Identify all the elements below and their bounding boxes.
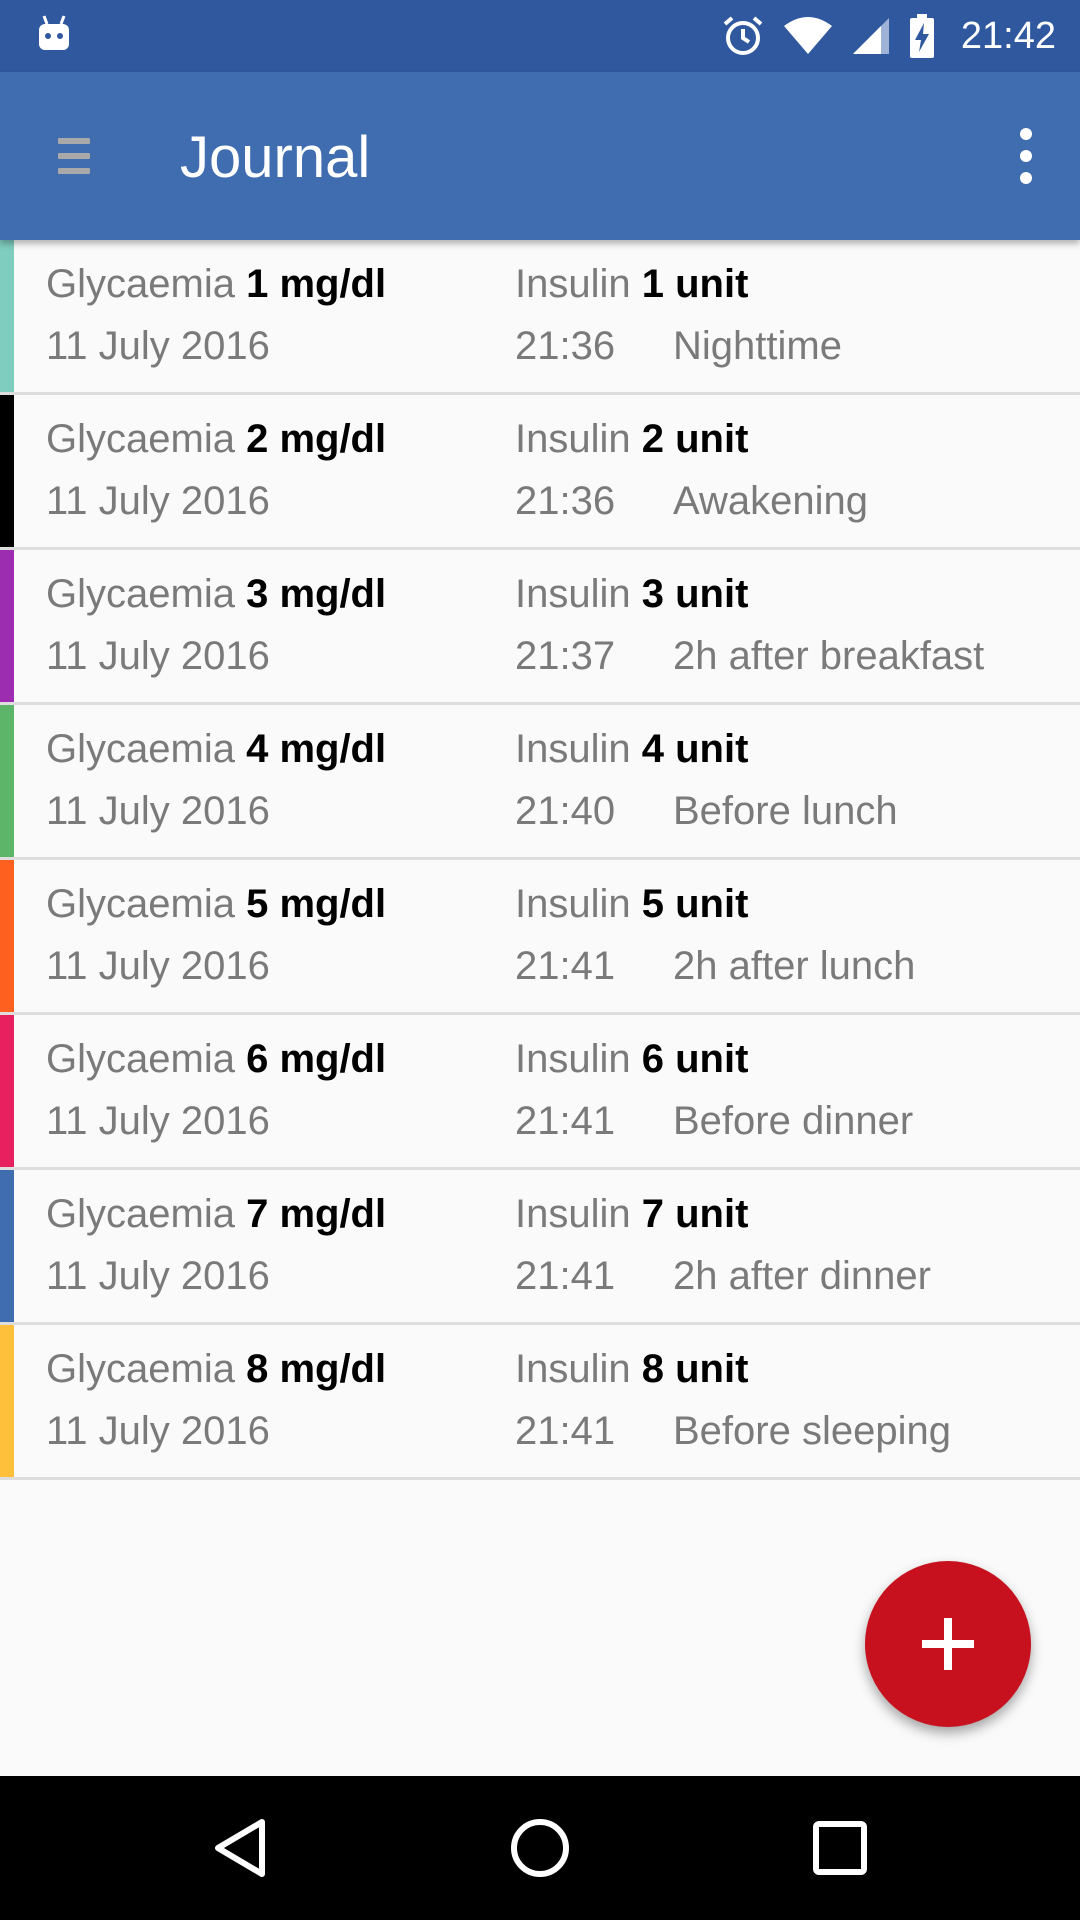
- glycaemia-value: 6 mg/dl: [246, 1037, 387, 1081]
- glycaemia-label: Glycaemia: [46, 727, 235, 771]
- status-time: 21:42: [960, 14, 1056, 57]
- entry-date: 11 July 2016: [46, 324, 270, 368]
- insulin-value: 6 unit: [641, 1037, 749, 1081]
- app-bar: Journal: [0, 72, 1080, 240]
- insulin-label: Insulin: [515, 262, 631, 306]
- glycaemia-value: 7 mg/dl: [246, 1192, 387, 1236]
- insulin-label: Insulin: [515, 1347, 631, 1391]
- entry-moment: Before sleeping: [673, 1409, 951, 1453]
- moment-color-strip: [0, 860, 14, 1012]
- insulin-value: 3 unit: [641, 572, 749, 616]
- entry-row[interactable]: Glycaemia 5 mg/dl 11 July 2016 Insulin 5…: [0, 860, 1080, 1015]
- insulin-value: 2 unit: [641, 417, 749, 461]
- overflow-menu-icon[interactable]: [1006, 128, 1046, 184]
- journal-list: Glycaemia 1 mg/dl 11 July 2016 Insulin 1…: [0, 240, 1080, 1480]
- entry-date: 11 July 2016: [46, 479, 270, 523]
- entry-row[interactable]: Glycaemia 1 mg/dl 11 July 2016 Insulin 1…: [0, 240, 1080, 395]
- insulin-label: Insulin: [515, 882, 631, 926]
- add-entry-button[interactable]: [865, 1561, 1031, 1727]
- glycaemia-value: 8 mg/dl: [246, 1347, 387, 1391]
- page-title: Journal: [180, 125, 371, 190]
- battery-charging-icon: [909, 14, 934, 58]
- navigation-bar: [0, 1776, 1080, 1920]
- insulin-value: 4 unit: [641, 727, 749, 771]
- entry-date: 11 July 2016: [46, 1254, 270, 1298]
- entry-date: 11 July 2016: [46, 1099, 270, 1143]
- glycaemia-label: Glycaemia: [46, 1037, 235, 1081]
- insulin-value: 1 unit: [641, 262, 749, 306]
- entry-moment: Awakening: [673, 479, 868, 523]
- moment-color-strip: [0, 240, 14, 392]
- entry-row[interactable]: Glycaemia 2 mg/dl 11 July 2016 Insulin 2…: [0, 395, 1080, 550]
- glycaemia-label: Glycaemia: [46, 882, 235, 926]
- entry-row[interactable]: Glycaemia 3 mg/dl 11 July 2016 Insulin 3…: [0, 550, 1080, 705]
- android-debug-icon: [39, 15, 69, 50]
- glycaemia-value: 5 mg/dl: [246, 882, 387, 926]
- moment-color-strip: [0, 1015, 14, 1167]
- entry-time: 21:41: [515, 1099, 616, 1143]
- moment-color-strip: [0, 1325, 14, 1477]
- glycaemia-value: 2 mg/dl: [246, 417, 387, 461]
- entry-moment: Nighttime: [673, 324, 842, 368]
- entry-date: 11 July 2016: [46, 1409, 270, 1453]
- back-icon[interactable]: [206, 1812, 278, 1884]
- entry-row[interactable]: Glycaemia 4 mg/dl 11 July 2016 Insulin 4…: [0, 705, 1080, 860]
- insulin-label: Insulin: [515, 1037, 631, 1081]
- recents-icon[interactable]: [804, 1812, 876, 1884]
- entry-row[interactable]: Glycaemia 7 mg/dl 11 July 2016 Insulin 7…: [0, 1170, 1080, 1325]
- plus-icon: [922, 1618, 974, 1670]
- glycaemia-label: Glycaemia: [46, 572, 235, 616]
- status-bar: 21:42: [0, 0, 1080, 72]
- glycaemia-value: 1 mg/dl: [246, 262, 387, 306]
- entry-time: 21:36: [515, 324, 616, 368]
- entry-time: 21:40: [515, 789, 616, 833]
- home-icon[interactable]: [504, 1812, 576, 1884]
- insulin-label: Insulin: [515, 1192, 631, 1236]
- insulin-value: 7 unit: [641, 1192, 749, 1236]
- entry-moment: 2h after breakfast: [673, 634, 985, 678]
- glycaemia-label: Glycaemia: [46, 417, 235, 461]
- menu-icon[interactable]: [46, 126, 106, 186]
- moment-color-strip: [0, 550, 14, 702]
- cellular-signal-icon: [852, 18, 889, 54]
- entry-time: 21:37: [515, 634, 616, 678]
- entry-date: 11 July 2016: [46, 634, 270, 678]
- moment-color-strip: [0, 1170, 14, 1322]
- entry-time: 21:41: [515, 1254, 616, 1298]
- insulin-value: 5 unit: [641, 882, 749, 926]
- entry-moment: Before lunch: [673, 789, 898, 833]
- moment-color-strip: [0, 705, 14, 857]
- alarm-icon: [723, 16, 763, 55]
- entry-time: 21:41: [515, 944, 616, 988]
- insulin-label: Insulin: [515, 572, 631, 616]
- glycaemia-label: Glycaemia: [46, 1347, 235, 1391]
- glycaemia-label: Glycaemia: [46, 1192, 235, 1236]
- entry-moment: 2h after dinner: [673, 1254, 931, 1298]
- entry-moment: 2h after lunch: [673, 944, 916, 988]
- insulin-value: 8 unit: [641, 1347, 749, 1391]
- insulin-label: Insulin: [515, 727, 631, 771]
- insulin-label: Insulin: [515, 417, 631, 461]
- entry-time: 21:41: [515, 1409, 616, 1453]
- moment-color-strip: [0, 395, 14, 547]
- glycaemia-value: 3 mg/dl: [246, 572, 387, 616]
- entry-row[interactable]: Glycaemia 6 mg/dl 11 July 2016 Insulin 6…: [0, 1015, 1080, 1170]
- entry-date: 11 July 2016: [46, 944, 270, 988]
- wifi-icon: [783, 17, 832, 54]
- entry-row[interactable]: Glycaemia 8 mg/dl 11 July 2016 Insulin 8…: [0, 1325, 1080, 1480]
- entry-time: 21:36: [515, 479, 616, 523]
- entry-date: 11 July 2016: [46, 789, 270, 833]
- glycaemia-label: Glycaemia: [46, 262, 235, 306]
- glycaemia-value: 4 mg/dl: [246, 727, 387, 771]
- entry-moment: Before dinner: [673, 1099, 914, 1143]
